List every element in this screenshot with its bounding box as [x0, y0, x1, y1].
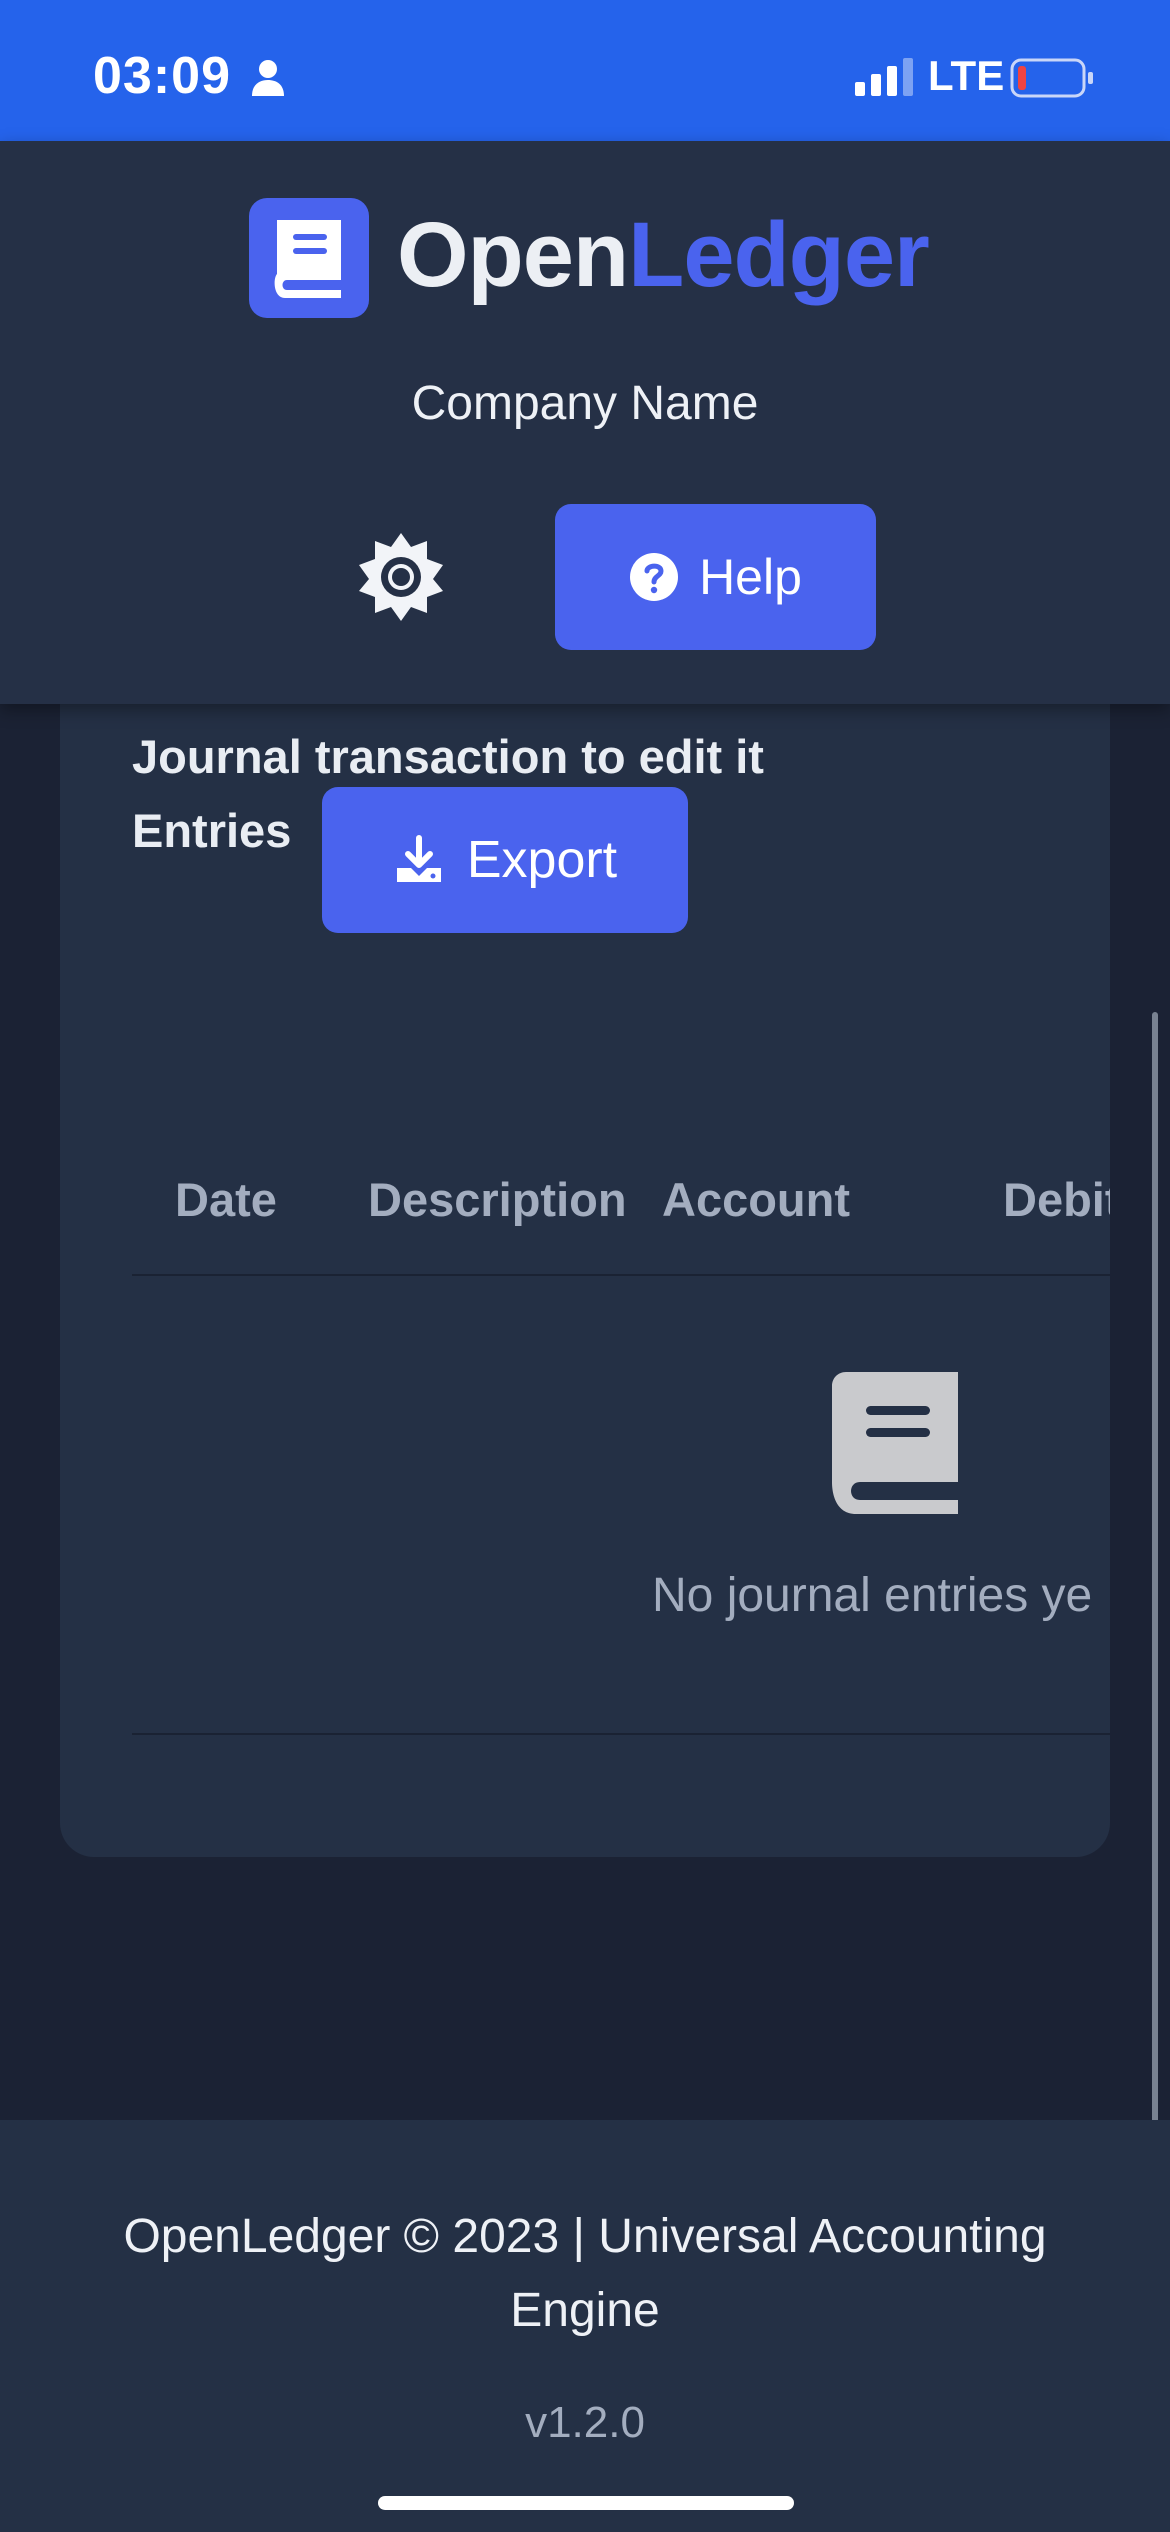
book-icon	[274, 220, 341, 298]
table-header: Date Description Account Debit	[132, 1120, 1110, 1276]
brand-name: OpenLedger	[397, 195, 930, 315]
column-description[interactable]: Description	[368, 1172, 627, 1227]
question-circle-icon	[630, 553, 679, 601]
status-time: 03:09	[93, 47, 231, 105]
brand-name-part2: Ledger	[628, 204, 930, 306]
status-bar: 03:09 LTE	[0, 0, 1170, 141]
empty-state-message: No journal entries ye	[652, 1569, 1093, 1622]
screen: 03:09 LTE OpenLedger Company Name Help J…	[0, 0, 1170, 2532]
network-label: LTE	[928, 52, 1005, 99]
export-label: Export	[466, 831, 618, 889]
help-button[interactable]: Help	[555, 504, 876, 650]
battery-low-icon	[1010, 58, 1093, 98]
journal-heading-line1: Journal transaction to edit it	[132, 730, 764, 783]
brand-name-part1: Open	[397, 204, 629, 306]
home-indicator[interactable]	[378, 2496, 794, 2510]
table-divider	[132, 1733, 1110, 1735]
column-date[interactable]: Date	[175, 1172, 277, 1227]
help-label: Help	[699, 549, 802, 605]
footer: OpenLedger © 2023 | Universal Accounting…	[0, 2120, 1170, 2532]
column-account[interactable]: Account	[662, 1172, 850, 1227]
download-icon	[396, 835, 441, 882]
column-debit[interactable]: Debit	[1003, 1172, 1110, 1227]
signal-bars-icon	[855, 58, 913, 96]
company-name: Company Name	[411, 377, 759, 430]
gear-icon	[359, 533, 443, 621]
version-label: v1.2.0	[525, 2398, 645, 2447]
settings-button[interactable]	[355, 531, 447, 623]
app-header: OpenLedger Company Name Help	[0, 141, 1170, 704]
journal-card: Journal transaction to edit it Entries E…	[60, 640, 1110, 1857]
footer-copyright: OpenLedger © 2023 | Universal Accounting…	[123, 2210, 1047, 2337]
logo	[249, 198, 369, 318]
export-button[interactable]: Export	[322, 787, 688, 933]
empty-state-book-icon	[832, 1372, 958, 1514]
person-icon	[252, 60, 284, 96]
